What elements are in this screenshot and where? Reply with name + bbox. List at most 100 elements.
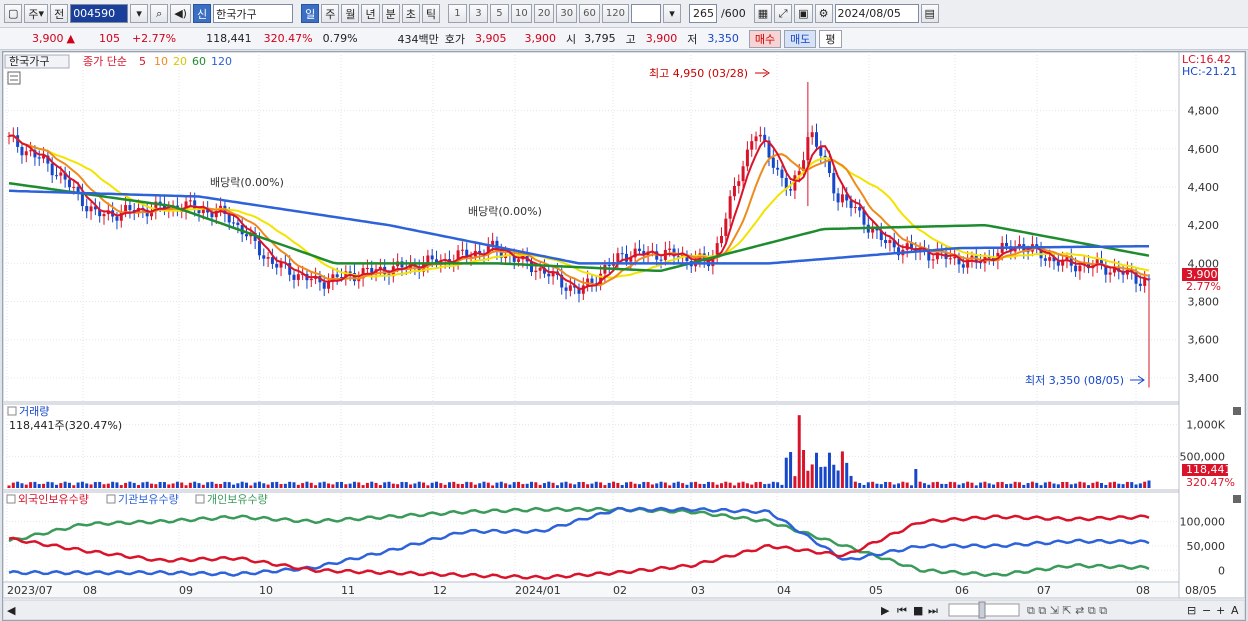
volume-bar [344,484,348,488]
scroll-right-icon[interactable]: ▶ [881,604,890,617]
high-label: 고 [625,32,636,46]
volume-bar [180,482,184,488]
period-week-button[interactable]: 주 [321,4,340,23]
interval-5-button[interactable]: 5 [489,4,509,23]
stock-name-field[interactable]: 한국가구 [213,4,294,23]
interval-60-button[interactable]: 60 [579,4,600,23]
chart-area[interactable]: 한국가구 종가 단순 5 10 20 60 120 LC:16.42 HC:-2… [2,51,1246,621]
volume-bar [85,483,89,488]
scroll-left-icon[interactable]: ◀ [7,604,16,617]
volume-bar [1082,482,1086,488]
stock-chart[interactable]: 한국가구 종가 단순 5 10 20 60 120 LC:16.42 HC:-2… [2,51,1246,621]
period-tick-button[interactable]: 틱 [421,4,440,23]
interval-120-button[interactable]: 120 [601,4,629,23]
volume-bar [914,469,918,488]
window-icon[interactable]: ▢ [4,4,23,23]
volume-bar [1026,483,1030,488]
interval-10-button[interactable]: 10 [510,4,532,23]
interval-dropdown-icon[interactable]: ▾ [662,4,681,23]
candle-body [102,214,106,217]
interval-30-button[interactable]: 30 [556,4,578,23]
zoom-out-icon[interactable]: ⊟ [1187,604,1196,617]
candle-body [1108,272,1112,275]
dropdown-icon[interactable]: ▾ [130,4,149,23]
volume-bar [391,483,395,488]
volume-bar [227,482,231,488]
count-input[interactable]: 265 [688,4,717,23]
volume-bar [119,485,123,488]
auto-scale-icon[interactable]: A [1231,604,1239,617]
volume-bar [728,482,732,488]
candle-body [961,264,965,268]
candle-body [741,166,745,182]
layout-icons[interactable]: ⧉ ⧉ ⇲ ⇱ ⇄ ⧉ ⧉ [1027,604,1107,617]
volume-bar [979,482,983,488]
volume-bar [499,481,503,488]
buy-button[interactable]: 매수 [748,29,782,48]
volume-bar [352,481,356,488]
calculator-icon[interactable] [7,71,21,85]
sell-button[interactable]: 매도 [784,29,817,48]
period-minute-button[interactable]: 분 [381,4,400,23]
speaker-icon[interactable]: ◀) [170,4,191,23]
volume-bar [491,485,495,488]
plus-icon[interactable]: + [1216,604,1225,617]
volume-bar [897,483,901,488]
volume-bar [257,481,261,488]
volume-bar [167,484,171,488]
volume-bar [63,481,67,488]
volume-bar [150,483,153,488]
calendar-icon[interactable]: ▤ [920,4,939,23]
volume-bar [948,481,952,488]
hc-label: HC:-21.21 [1182,65,1237,78]
interval-1-button[interactable]: 1 [447,4,467,23]
interval-custom-input[interactable] [630,4,661,23]
volume-bar [452,481,456,488]
interval-3-button[interactable]: 3 [468,4,488,23]
first-page-icon[interactable]: ⏮ [897,604,907,617]
flat-button[interactable]: 평 [819,29,842,48]
holdings-close-icon[interactable] [1233,495,1241,503]
candle-body [625,253,628,262]
period-day-button[interactable]: 일 [301,4,320,23]
candle-body [292,274,296,280]
holdings-tick-label: 0 [1218,564,1225,577]
stop-icon[interactable]: ■ [913,604,923,617]
search-icon[interactable]: ⌕ [150,4,169,23]
volume-bar [396,484,400,488]
gear-icon[interactable]: ⚙ [814,4,833,23]
period-second-button[interactable]: 초 [401,4,420,23]
market-select-label: 주 [28,7,39,21]
candle-body [24,151,28,156]
stock-code-input[interactable]: 004590 [70,4,129,23]
grid-settings-icon[interactable]: ▦ [753,4,773,23]
market-select[interactable]: 주 ▾ [24,4,49,23]
save-icon[interactable]: ▣ [794,4,813,23]
prev-button[interactable]: 전 [50,4,69,23]
legend-foreign: 외국인보유수량 [18,493,89,506]
period-month-button[interactable]: 월 [341,4,360,23]
date-input[interactable]: 2024/08/05 [834,4,919,23]
zoom-slider-handle[interactable] [978,601,986,619]
x-tick-label: 10 [259,584,273,597]
volume-close-icon[interactable] [1233,407,1241,415]
turnover-rate: 0.79% [322,32,358,45]
volume-bar [737,482,741,488]
volume-bar [637,484,641,488]
draw-tool-icon[interactable]: ⤢ [774,4,793,23]
volume-bar [1048,481,1052,488]
minus-icon[interactable]: − [1202,604,1211,617]
candle-body [745,149,749,167]
last-page-icon[interactable]: ⏭ [928,604,938,617]
volume-bar [607,482,611,488]
open-label: 시 [566,32,577,46]
volume-bar [724,481,728,488]
period-year-button[interactable]: 년 [361,4,380,23]
x-tick-label: 09 [179,584,193,597]
volume-bar [309,482,313,488]
interval-20-button[interactable]: 20 [533,4,555,23]
candle-body [616,253,620,262]
volume-bar [46,481,50,488]
candle-body [1056,261,1060,266]
volume-bar [1000,481,1004,488]
